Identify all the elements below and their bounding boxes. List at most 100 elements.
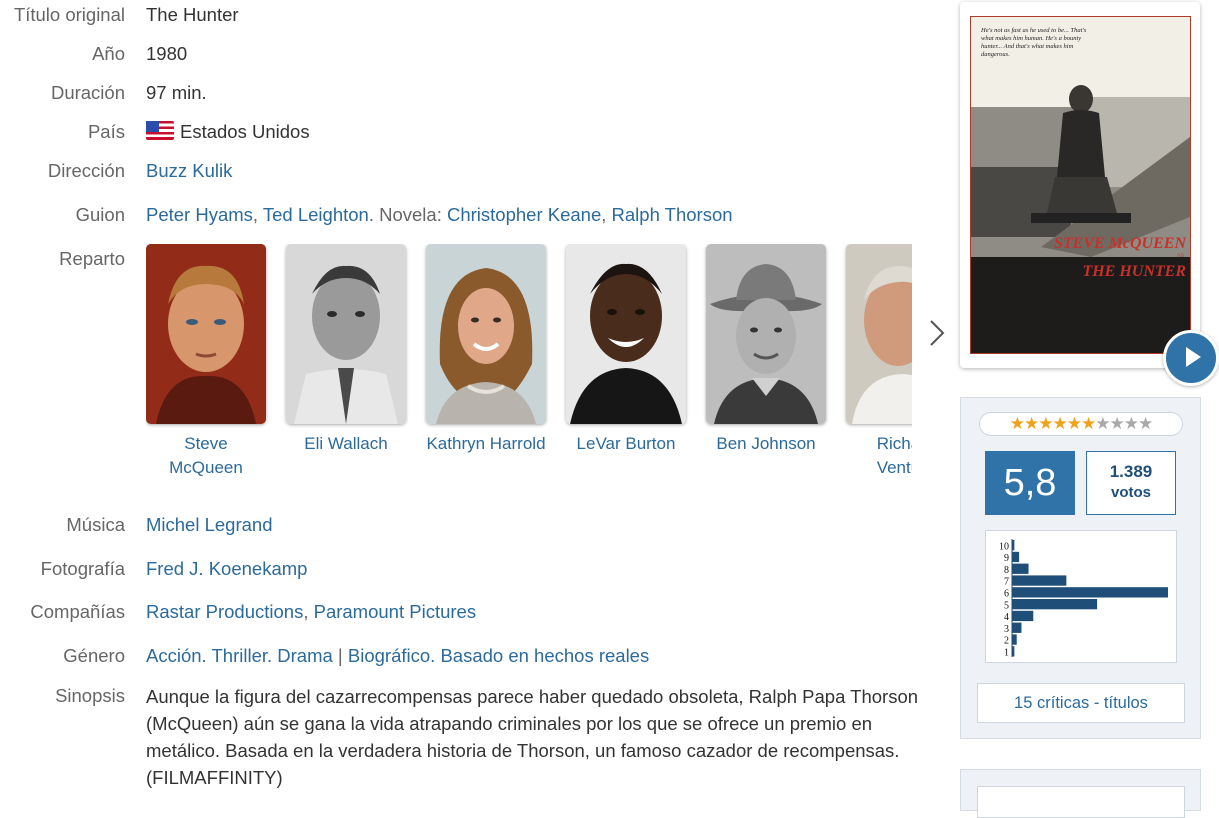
histogram-bar [1012, 563, 1029, 574]
votes-count: 1.389 [1109, 462, 1153, 481]
topic-link[interactable]: Basado en hechos reales [440, 645, 649, 666]
cast-photo[interactable] [286, 244, 406, 424]
topic-link[interactable]: Biográfico [348, 645, 430, 666]
field-label: País [87, 121, 125, 142]
star-filled-icon: ★ [1052, 414, 1068, 433]
novelist-link[interactable]: Ralph Thorson [612, 204, 733, 225]
histogram-label: 7 [1004, 577, 1009, 588]
vote-histogram: 10 9 8 7 6 5 4 3 2 1 [985, 530, 1177, 663]
cast-member[interactable]: Kathryn Harrold [426, 244, 546, 456]
cast-name[interactable]: Ben Johnson [706, 432, 826, 456]
histogram-label: 6 [1004, 589, 1009, 600]
chevron-right-icon[interactable] [928, 318, 946, 356]
cast-member[interactable]: Steve McQueen [146, 244, 266, 480]
star-filled-icon: ★ [1081, 414, 1096, 433]
cast-name[interactable]: Steve McQueen [146, 432, 266, 480]
field-label: Género [63, 645, 125, 666]
field-label: Guion [75, 204, 125, 225]
company-link[interactable]: Rastar Productions [146, 601, 303, 622]
cast-photo[interactable] [146, 244, 266, 424]
cast-name[interactable]: Eli Wallach [286, 432, 406, 456]
histogram-label: 10 [999, 541, 1009, 552]
histogram-label: 4 [1004, 612, 1009, 623]
critics-link[interactable]: 15 críticas - títulos [977, 683, 1185, 723]
novelist-link[interactable]: Christopher Keane [447, 204, 601, 225]
composer-link[interactable]: Michel Legrand [146, 514, 273, 535]
field-label: Sinopsis [55, 685, 125, 706]
synopsis-text: Aunque la figura del cazarrecompensas pa… [146, 686, 919, 788]
poster-title: THE HUNTER [1082, 263, 1186, 280]
histogram-bar [1012, 587, 1168, 598]
field-label: Dirección [47, 160, 125, 181]
cast-member[interactable]: Richard Venture [846, 244, 912, 480]
star-empty-icon: ★ [1123, 414, 1139, 433]
histogram-bar [1012, 575, 1067, 586]
writer-link[interactable]: Peter Hyams [146, 204, 253, 225]
histogram-label: 8 [1004, 565, 1009, 576]
original-title-value: The Hunter [146, 4, 239, 25]
field-label: Compañías [30, 601, 125, 622]
cast-photo[interactable] [706, 244, 826, 424]
cast-photo[interactable] [846, 244, 912, 424]
histogram-bar [1012, 646, 1015, 657]
separator: . [430, 645, 441, 666]
cast-member[interactable]: LeVar Burton [566, 244, 686, 456]
poster-as: AS [1176, 253, 1184, 259]
genre-link[interactable]: Acción [146, 645, 202, 666]
histogram-bar [1012, 634, 1017, 645]
poster-star-name: STEVE McQUEEN [1053, 235, 1186, 252]
genre-link[interactable]: Thriller [211, 645, 267, 666]
duration-value: 97 min. [146, 82, 207, 103]
poster-image[interactable]: He's not as fast as he used to be... Tha… [970, 16, 1191, 354]
movie-poster[interactable]: He's not as fast as he used to be... Tha… [960, 2, 1200, 368]
play-icon[interactable] [1163, 330, 1219, 386]
separator: , [303, 601, 314, 622]
genre-value: Acción. Thriller. Drama | Biográfico. Ba… [146, 643, 649, 669]
genre-link[interactable]: Drama [277, 645, 333, 666]
separator: . [201, 645, 212, 666]
histogram-bar [1012, 599, 1098, 610]
histogram-bar [1012, 540, 1015, 551]
histogram-label: 9 [1004, 553, 1009, 564]
field-label: Fotografía [40, 558, 125, 579]
histogram-bar [1012, 622, 1022, 633]
next-panel [960, 769, 1201, 818]
star-filled-icon: ★ [1024, 414, 1039, 433]
separator: , [252, 204, 263, 225]
cast-member[interactable]: Eli Wallach [286, 244, 406, 456]
cast-name[interactable]: Kathryn Harrold [426, 432, 546, 456]
separator: | [332, 645, 348, 666]
star-empty-icon: ★ [1138, 414, 1153, 433]
cast-carousel: Steve McQueen Eli Wallach Kathryn Harrol… [146, 244, 912, 484]
cast-photo[interactable] [566, 244, 686, 424]
star-filled-icon: ★ [1009, 414, 1025, 433]
music-value: Michel Legrand [146, 512, 273, 538]
poster-tagline: He's not as fast as he used to be... Tha… [981, 27, 1087, 58]
cast-member[interactable]: Ben Johnson [706, 244, 826, 456]
field-label: Reparto [59, 248, 125, 269]
star-empty-icon: ★ [1109, 414, 1125, 433]
next-panel-inner [977, 786, 1185, 818]
field-label: Año [92, 43, 125, 64]
cast-name[interactable]: LeVar Burton [566, 432, 686, 456]
cast-name[interactable]: Richard Venture [846, 432, 912, 480]
director-value: Buzz Kulik [146, 158, 232, 184]
novel-prefix: . Novela: [368, 204, 447, 225]
histogram-bar [1012, 610, 1034, 622]
histogram-label: 2 [1004, 636, 1009, 647]
separator: . [267, 645, 278, 666]
cinematographer-link[interactable]: Fred J. Koenekamp [146, 558, 307, 579]
company-link[interactable]: Paramount Pictures [314, 601, 476, 622]
histogram-label: 1 [1004, 648, 1009, 659]
director-link[interactable]: Buzz Kulik [146, 160, 232, 181]
screenplay-value: Peter Hyams, Ted Leighton. Novela: Chris… [146, 202, 733, 228]
field-label: Título original [13, 4, 125, 25]
votes-label: votos [1110, 484, 1151, 501]
writer-link[interactable]: Ted Leighton [263, 204, 369, 225]
star-filled-icon: ★ [1066, 414, 1082, 433]
star-empty-icon: ★ [1095, 414, 1110, 433]
votes-count-box[interactable]: 1.389 votos [1086, 451, 1176, 515]
country-name: Estados Unidos [180, 121, 310, 142]
cast-photo[interactable] [426, 244, 546, 424]
photography-value: Fred J. Koenekamp [146, 556, 307, 582]
